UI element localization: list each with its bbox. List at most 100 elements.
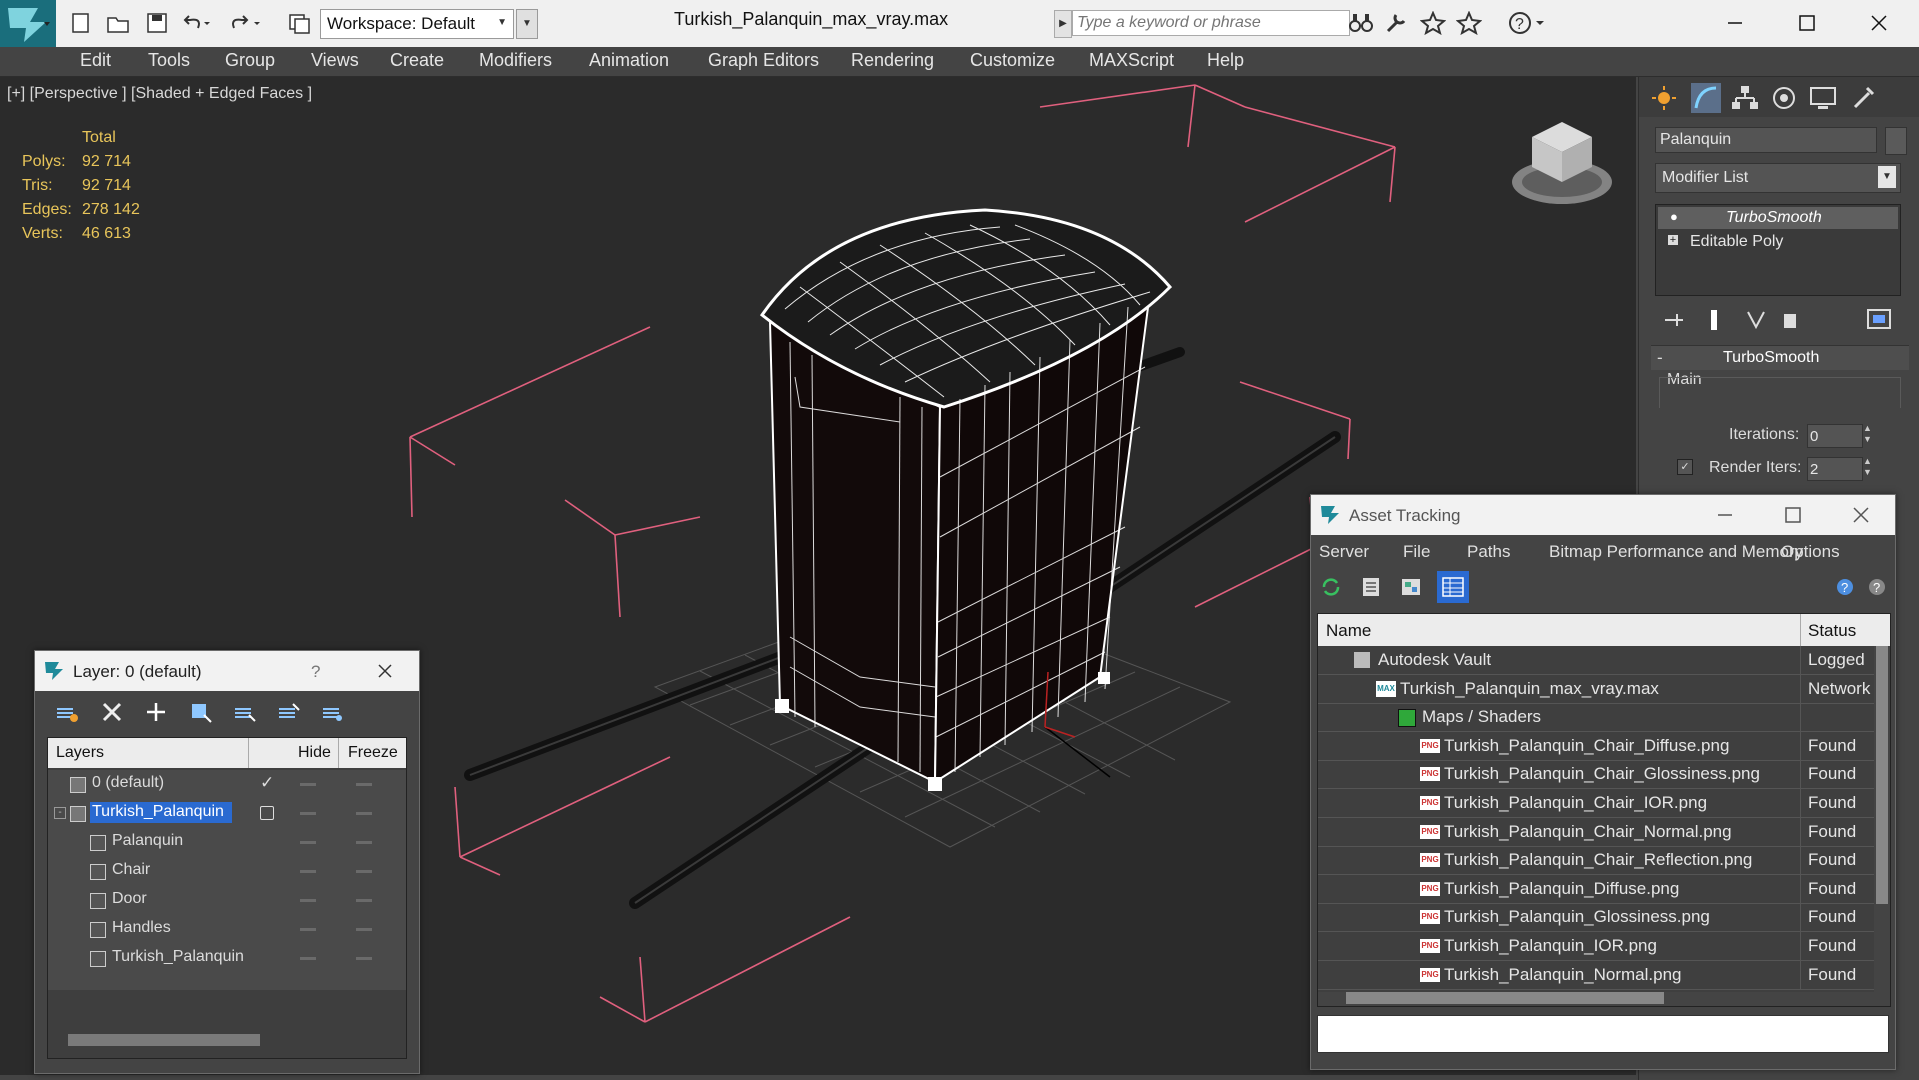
project-icon[interactable] — [288, 12, 312, 34]
menu-options[interactable]: Options — [1781, 542, 1840, 562]
collapse-icon[interactable]: - — [54, 807, 66, 819]
layer-row[interactable]: Turkish_Palanquin — [48, 944, 406, 973]
asset-row[interactable]: Autodesk Vault Logged — [1318, 646, 1874, 675]
hierarchy-tab-icon[interactable] — [1731, 85, 1759, 111]
menu-create[interactable]: Create — [390, 50, 444, 71]
asset-row[interactable]: PNG Turkish_Palanquin_Chair_Normal.png Fou… — [1318, 817, 1874, 847]
show-end-result-icon[interactable] — [1701, 307, 1727, 333]
menu-maxscript[interactable]: MAXScript — [1089, 50, 1174, 71]
layer-settings-icon[interactable] — [321, 701, 345, 723]
column-header-status[interactable]: Status — [1808, 621, 1856, 641]
delete-icon[interactable] — [101, 701, 123, 723]
modify-tab-icon[interactable] — [1691, 83, 1721, 113]
menu-tools[interactable]: Tools — [148, 50, 190, 71]
column-header-layers[interactable]: Layers — [56, 744, 104, 762]
menu-server[interactable]: Server — [1319, 542, 1369, 562]
make-unique-icon[interactable] — [1743, 307, 1769, 333]
stack-item-turbosmooth[interactable]: ● TurboSmooth — [1658, 207, 1898, 229]
close-icon[interactable] — [375, 661, 395, 681]
spinner-arrows-icon[interactable]: ▲ ▼ — [1863, 456, 1872, 478]
menu-bitmap-performance[interactable]: Bitmap Performance and Memory — [1549, 542, 1803, 562]
maximize-button[interactable] — [1792, 8, 1822, 38]
menu-customize[interactable]: Customize — [970, 50, 1055, 71]
hide-toggle[interactable] — [300, 928, 316, 931]
search-toggle-button[interactable]: ▶ — [1054, 10, 1072, 38]
minimize-button[interactable] — [1720, 8, 1750, 38]
vertical-scrollbar[interactable] — [1876, 646, 1888, 904]
layer-row[interactable]: - Turkish_Palanquin — [48, 799, 406, 828]
undo-icon[interactable] — [180, 12, 210, 34]
motion-tab-icon[interactable] — [1771, 85, 1797, 111]
expand-icon[interactable]: + — [1668, 235, 1678, 246]
render-iters-spinner[interactable] — [1807, 457, 1863, 481]
asset-row[interactable]: PNG Turkish_Palanquin_Chair_Diffuse.png Fo… — [1318, 731, 1874, 761]
set-current-icon[interactable] — [260, 806, 274, 820]
help-button[interactable]: ? — [1490, 10, 1548, 36]
asset-row[interactable]: PNG Turkish_Palanquin_Chair_Glossiness.pn… — [1318, 760, 1874, 790]
app-logo-button[interactable] — [0, 0, 56, 47]
asset-row[interactable]: MAX Turkish_Palanquin_max_vray.max Network — [1318, 674, 1874, 704]
set-current-layer-icon[interactable] — [277, 701, 301, 723]
iterations-spinner[interactable] — [1807, 424, 1863, 448]
redo-icon[interactable] — [228, 12, 262, 34]
layer-add-icon[interactable] — [55, 701, 79, 723]
stack-item-editable-poly[interactable]: + Editable Poly — [1658, 231, 1898, 253]
help-button[interactable]: ? — [311, 662, 320, 682]
freeze-toggle[interactable] — [356, 899, 372, 902]
freeze-toggle[interactable] — [356, 957, 372, 960]
asset-row[interactable]: PNG Turkish_Palanquin_Diffuse.png Found — [1318, 874, 1874, 904]
hide-toggle[interactable] — [300, 957, 316, 960]
column-header-name[interactable]: Name — [1326, 621, 1371, 641]
help-context-icon[interactable]: ? — [1865, 575, 1889, 599]
maximize-button[interactable] — [1779, 501, 1807, 529]
wrench-icon[interactable] — [1384, 11, 1410, 35]
view-cube-icon[interactable] — [1512, 122, 1612, 204]
favorites-star-icon[interactable] — [1456, 11, 1482, 35]
layer-window-titlebar[interactable]: Layer: 0 (default) ? — [35, 651, 419, 691]
object-name-field[interactable] — [1655, 127, 1877, 153]
close-button[interactable] — [1864, 8, 1894, 38]
create-tab-icon[interactable] — [1651, 85, 1677, 111]
horizontal-scrollbar[interactable] — [68, 1034, 260, 1046]
menu-rendering[interactable]: Rendering — [851, 50, 934, 71]
horizontal-scrollbar[interactable] — [1346, 992, 1664, 1004]
asset-row[interactable]: Maps / Shaders — [1318, 703, 1874, 733]
object-color-swatch[interactable] — [1885, 127, 1907, 155]
close-button[interactable] — [1847, 501, 1875, 529]
menu-views[interactable]: Views — [311, 50, 359, 71]
freeze-toggle[interactable] — [356, 812, 372, 815]
subscription-icon[interactable] — [1420, 11, 1446, 35]
display-tab-icon[interactable] — [1809, 85, 1837, 111]
table-view-button[interactable] — [1437, 571, 1469, 603]
menu-edit[interactable]: Edit — [80, 50, 111, 71]
thumbnail-view-icon[interactable] — [1399, 575, 1423, 599]
minimize-button[interactable] — [1711, 501, 1739, 529]
asset-row[interactable]: PNG Turkish_Palanquin_Glossiness.png Found — [1318, 903, 1874, 933]
refresh-icon[interactable] — [1319, 575, 1343, 599]
help-icon[interactable]: ? — [1833, 575, 1857, 599]
freeze-toggle[interactable] — [356, 783, 372, 786]
menu-group[interactable]: Group — [225, 50, 275, 71]
freeze-toggle[interactable] — [356, 928, 372, 931]
layer-row[interactable]: Chair — [48, 857, 406, 886]
render-iters-checkbox[interactable]: ✓ — [1677, 459, 1693, 475]
menu-graph-editors[interactable]: Graph Editors — [708, 50, 819, 71]
save-icon[interactable] — [146, 12, 168, 34]
configure-sets-icon[interactable] — [1865, 307, 1895, 333]
column-header-freeze[interactable]: Freeze — [348, 744, 398, 762]
binoculars-icon[interactable] — [1348, 11, 1374, 35]
layer-row[interactable]: Palanquin — [48, 828, 406, 857]
hide-toggle[interactable] — [300, 783, 316, 786]
select-objects-icon[interactable] — [189, 701, 213, 723]
bulb-icon[interactable]: ● — [1670, 209, 1678, 224]
asset-row[interactable]: PNG Turkish_Palanquin_Chair_IOR.png Found — [1318, 789, 1874, 818]
asset-row[interactable]: PNG Turkish_Palanquin_Chair_Reflection.pn… — [1318, 846, 1874, 876]
asset-path-field[interactable] — [1317, 1015, 1889, 1053]
pin-stack-icon[interactable] — [1661, 307, 1687, 333]
search-input[interactable] — [1072, 10, 1350, 36]
hide-toggle[interactable] — [300, 812, 316, 815]
hide-toggle[interactable] — [300, 870, 316, 873]
asset-row[interactable]: PNG Turkish_Palanquin_Normal.png Found — [1318, 960, 1874, 990]
list-view-icon[interactable] — [1359, 575, 1383, 599]
spinner-arrows-icon[interactable]: ▲ ▼ — [1863, 423, 1872, 445]
